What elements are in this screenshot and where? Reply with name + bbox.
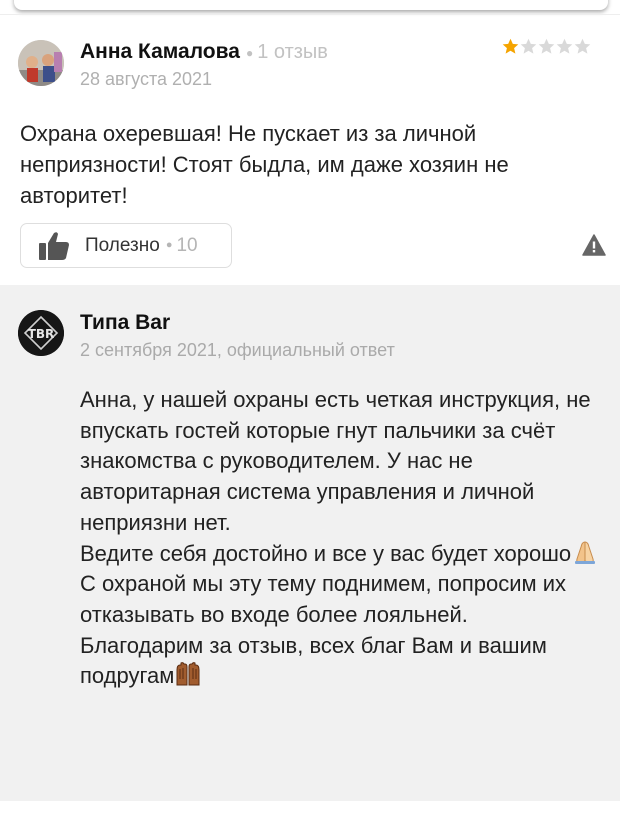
answer-paragraph: Ведите себя достойно и все у вас будет х…: [80, 539, 600, 570]
warning-icon[interactable]: [582, 234, 606, 256]
answer-date: 2 сентября 2021, официальный ответ: [80, 340, 395, 360]
divider: [0, 14, 620, 15]
previous-card-edge: [14, 0, 608, 10]
star-empty-icon: [538, 38, 555, 54]
avatar[interactable]: [18, 40, 64, 86]
useful-label: Полезно: [85, 234, 160, 256]
answer-paragraph: Благодарим за отзыв, всех благ Вам и ваш…: [80, 632, 547, 689]
star-empty-icon: [574, 38, 591, 54]
author-name-text[interactable]: Анна Камалова: [80, 40, 240, 63]
review-text: Охрана охеревшая! Не пускает из за лично…: [20, 121, 509, 208]
author-name[interactable]: Анна Камалова ● 1 отзыв: [80, 40, 328, 64]
answer-paragraph: С охраной мы эту тему поднимем, попросим…: [80, 571, 567, 627]
star-empty-icon: [520, 38, 537, 54]
svg-text:TBR: TBR: [28, 327, 55, 341]
answer-text: Анна, у нашей охраны есть четкая инструк…: [80, 385, 600, 692]
useful-button[interactable]: Полезно ● 10: [20, 223, 232, 268]
rating-stars: [502, 38, 591, 55]
author-review-count: ● 1 отзыв: [245, 41, 328, 63]
org-name[interactable]: Типа Bar: [80, 311, 170, 335]
star-filled-icon: [502, 38, 519, 54]
thumbs-up-icon: [39, 231, 69, 260]
review-date: 28 августа 2021: [80, 69, 213, 89]
raised-hands-emoji: [176, 662, 200, 686]
answer-paragraph: Анна, у нашей охраны есть четкая инструк…: [80, 387, 591, 535]
official-answer: TBR Типа Bar 2 сентября 2021, официальны…: [0, 285, 620, 801]
star-empty-icon: [556, 38, 573, 54]
useful-count: ● 10: [165, 234, 198, 256]
org-logo[interactable]: TBR: [18, 310, 64, 356]
folded-hands-emoji: [575, 541, 596, 564]
